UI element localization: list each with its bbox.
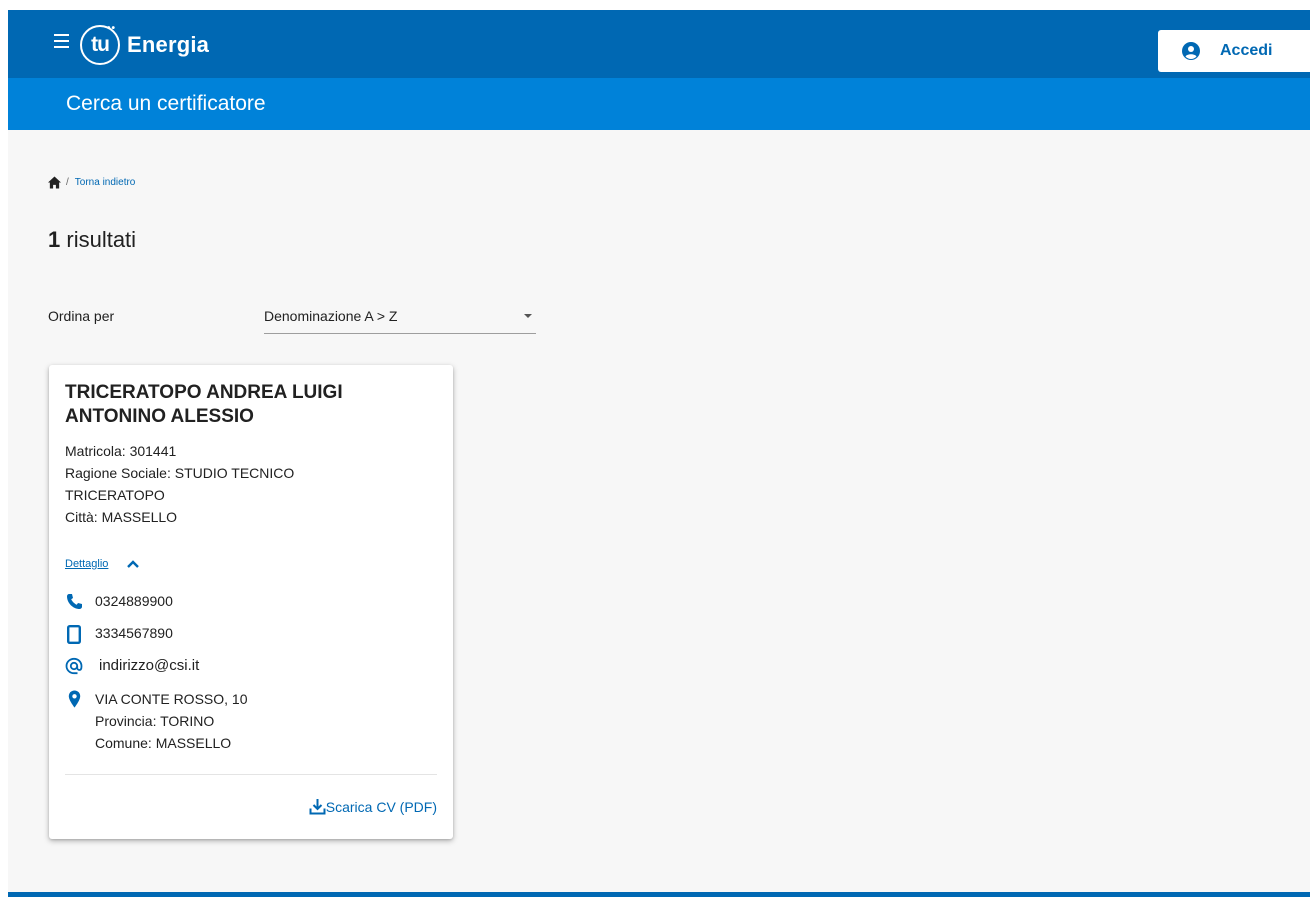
email-row: indirizzo@csi.it [65, 657, 199, 677]
matricola: Matricola: 301441 [65, 443, 177, 459]
certifier-name-line1: TRICERATOPO ANDREA LUIGI [65, 382, 343, 403]
sort-select[interactable]: Denominazione A > Z [264, 300, 536, 334]
at-icon [65, 657, 83, 675]
phone-icon [66, 594, 82, 609]
breadcrumb: / Torna indietro [48, 176, 135, 189]
caret-down-icon [524, 314, 532, 318]
certifier-name: TRICERATOPO ANDREA LUIGI ANTONINO ALESSI… [65, 381, 425, 429]
results-label: risultati [66, 227, 137, 252]
phone-number: 0324889900 [95, 593, 173, 609]
card-divider [65, 774, 437, 775]
logo-mark-text: tu [91, 33, 110, 56]
download-icon [309, 799, 326, 815]
ragione-sociale-line1: Ragione Sociale: STUDIO TECNICO [65, 465, 295, 481]
detail-toggle: Dettaglio [65, 558, 140, 570]
logo[interactable]: •• tu Energia [80, 18, 209, 72]
address-block: VIA CONTE ROSSO, 10 Provincia: TORINO Co… [95, 688, 248, 754]
sort-label: Ordina per [48, 308, 115, 324]
mobile-number: 3334567890 [95, 625, 173, 641]
download-cv-label: Scarica CV (PDF) [325, 798, 437, 815]
sort-selected-value: Denominazione A > Z [264, 308, 398, 324]
user-icon [1182, 42, 1200, 60]
main-content: / Torna indietro 1 risultati Ordina per … [8, 130, 1310, 867]
phone-row: 0324889900 [65, 593, 173, 613]
app-window: •• tu Energia Accedi Cerca un certificat… [8, 10, 1310, 897]
address-street: VIA CONTE ROSSO, 10 [95, 691, 248, 707]
top-bar: •• tu Energia Accedi [8, 10, 1310, 78]
back-link[interactable]: Torna indietro [75, 177, 136, 188]
footer-bar [8, 892, 1310, 897]
address-provincia: Provincia: TORINO [95, 713, 215, 729]
certifier-name-line2: ANTONINO ALESSIO [65, 406, 254, 427]
ragione-sociale-line2: TRICERATOPO [65, 487, 165, 503]
page-title: Cerca un certificatore [66, 92, 266, 115]
chevron-up-icon[interactable] [126, 559, 140, 569]
location-pin-icon [68, 690, 80, 708]
home-icon[interactable] [48, 176, 61, 189]
mobile-icon [67, 625, 81, 644]
certifier-info: Matricola: 301441 Ragione Sociale: STUDI… [65, 440, 395, 528]
logo-text: Energia [127, 32, 210, 57]
detail-link[interactable]: Dettaglio [65, 558, 108, 570]
certifier-card: TRICERATOPO ANDREA LUIGI ANTONINO ALESSI… [49, 365, 453, 839]
address-row: VIA CONTE ROSSO, 10 Provincia: TORINO Co… [65, 690, 248, 754]
address-comune: Comune: MASSELLO [95, 735, 232, 751]
mobile-row: 3334567890 [65, 625, 173, 645]
results-count: 1 risultati [48, 227, 136, 253]
download-cv-button[interactable]: Scarica CV (PDF) [309, 798, 437, 815]
login-button[interactable]: Accedi [1158, 30, 1310, 72]
email-address: indirizzo@csi.it [99, 657, 200, 674]
login-label: Accedi [1220, 42, 1273, 59]
sub-header: Cerca un certificatore [8, 78, 1310, 130]
results-number: 1 [48, 227, 61, 252]
menu-icon[interactable] [54, 34, 72, 54]
breadcrumb-separator: / [66, 177, 69, 188]
citta: Città: MASSELLO [65, 509, 178, 525]
logo-mark: •• tu [80, 23, 120, 65]
